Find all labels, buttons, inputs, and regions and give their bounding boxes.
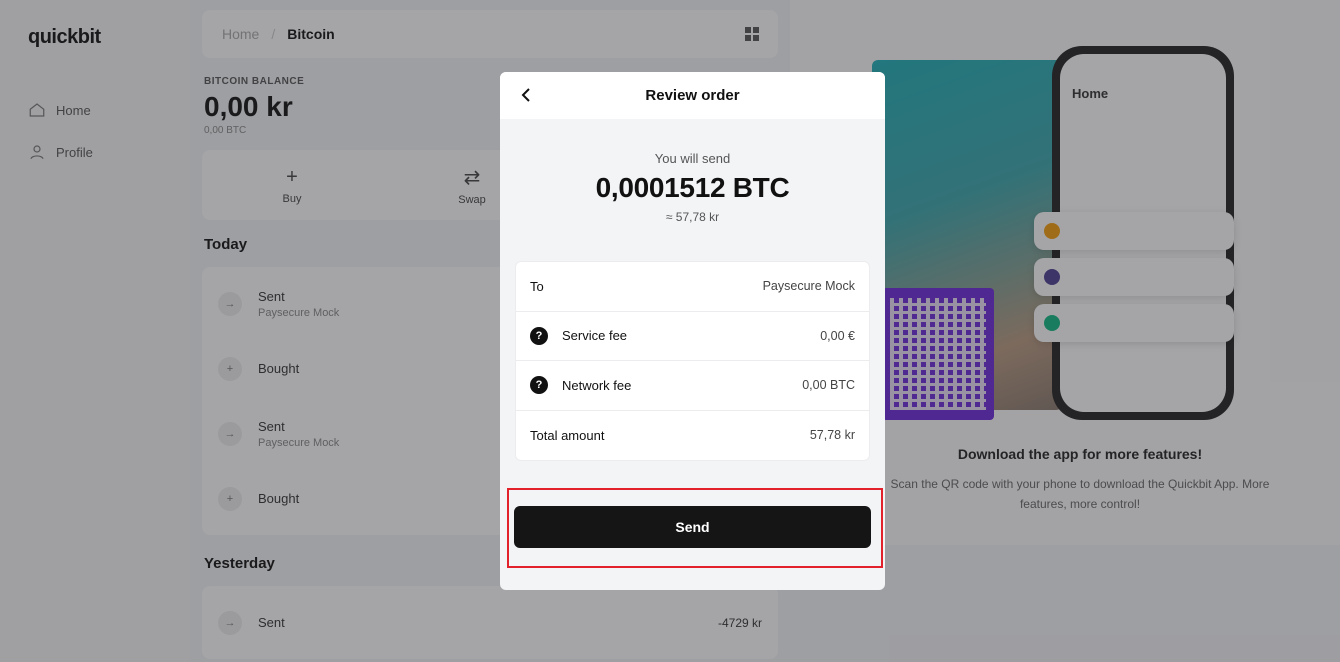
modal-title: Review order <box>645 87 740 104</box>
review-order-modal: Review order You will send 0,0001512 BTC… <box>500 72 885 590</box>
order-details: To Paysecure Mock ? Service fee 0,00 € ? N… <box>515 261 870 461</box>
detail-row-network-fee: ? Network fee 0,00 BTC <box>516 361 869 411</box>
help-icon[interactable]: ? <box>530 376 548 395</box>
detail-label: Total amount <box>530 427 605 443</box>
you-will-send-label: You will send <box>654 151 731 166</box>
detail-row-total: Total amount 57,78 kr <box>516 411 869 461</box>
detail-label: Service fee <box>562 328 628 344</box>
back-button[interactable] <box>516 85 536 105</box>
detail-value: Paysecure Mock <box>762 279 855 294</box>
detail-value: 0,00 BTC <box>802 378 855 393</box>
detail-label: To <box>530 278 544 294</box>
detail-label: Network fee <box>562 377 632 393</box>
detail-row-service-fee: ? Service fee 0,00 € <box>516 312 869 361</box>
help-icon[interactable]: ? <box>530 326 548 345</box>
amount-fiat: ≈ 57,78 kr <box>665 210 720 224</box>
amount-btc: 0,0001512 BTC <box>595 172 790 203</box>
detail-value: 0,00 € <box>820 328 855 343</box>
modal-header: Review order <box>500 72 885 119</box>
detail-value: 57,78 kr <box>809 428 855 443</box>
chevron-left-icon <box>521 88 530 102</box>
detail-row-to: To Paysecure Mock <box>516 262 869 312</box>
send-button[interactable]: Send <box>514 506 871 548</box>
